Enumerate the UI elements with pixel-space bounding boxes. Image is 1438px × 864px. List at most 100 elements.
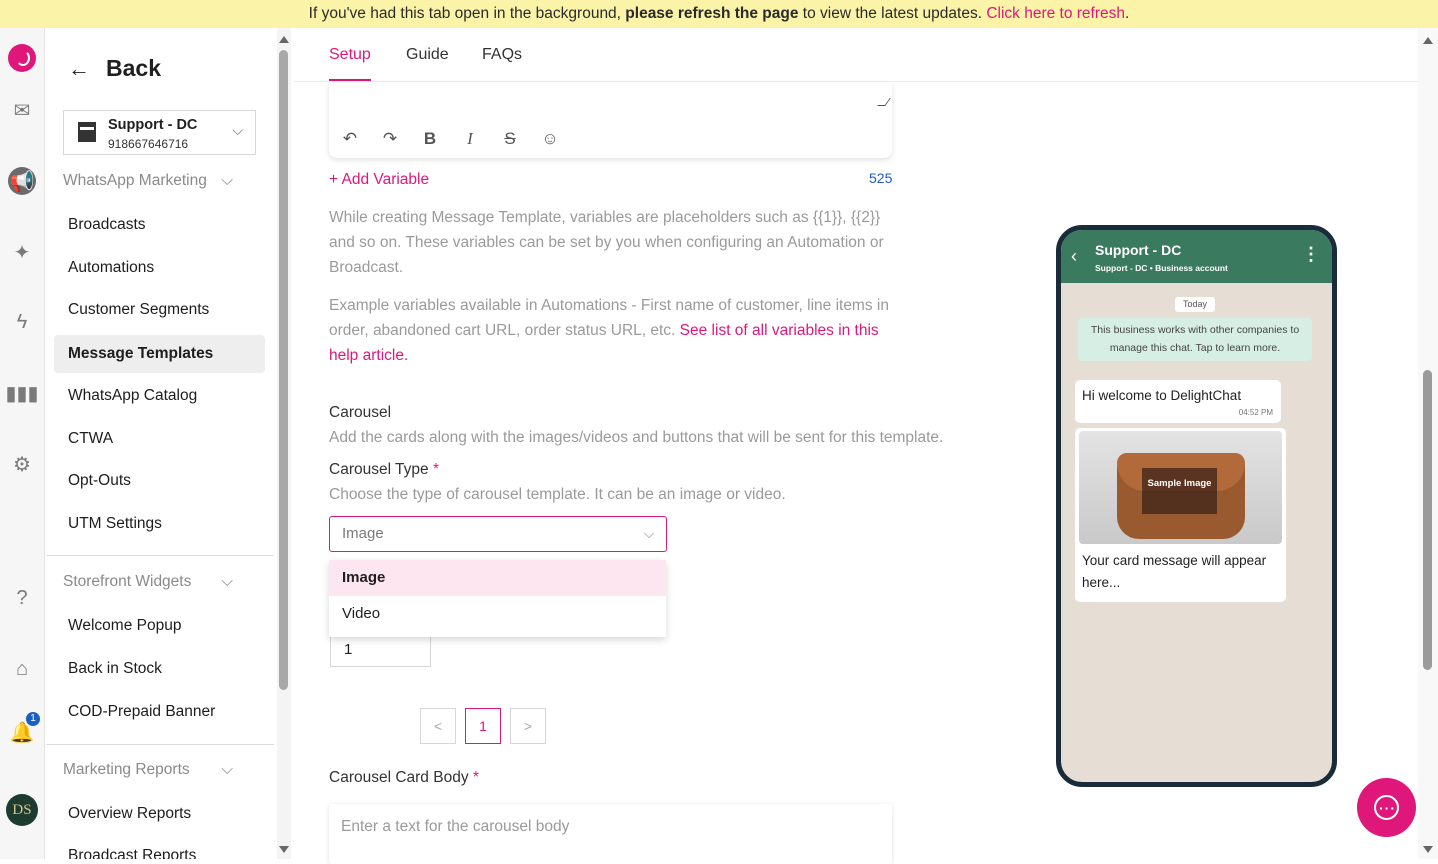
sidebar-item-back-in-stock[interactable]: Back in Stock xyxy=(54,650,265,688)
chevron-down-icon: ⌵ xyxy=(644,526,654,541)
megaphone-icon[interactable]: 📢 xyxy=(8,167,36,195)
sidebar-item-broadcasts[interactable]: Broadcasts xyxy=(54,206,265,244)
examples-help-text: Example variables available in Automatio… xyxy=(329,293,899,368)
carousel-type-dropdown: Image Video xyxy=(329,560,666,637)
carousel-type-help: Choose the type of carousel template. It… xyxy=(329,486,786,503)
prev-page-button[interactable]: < xyxy=(420,708,456,744)
required-mark: * xyxy=(472,769,479,786)
tab-bar: Setup Guide FAQs xyxy=(293,28,1418,82)
scroll-thumb[interactable] xyxy=(1423,370,1432,670)
section-title: WhatsApp Marketing xyxy=(63,172,207,189)
chat-support-button[interactable]: ··· xyxy=(1357,778,1416,837)
option-image[interactable]: Image xyxy=(329,560,666,596)
scroll-thumb[interactable] xyxy=(279,50,288,690)
message-text: Hi welcome to DelightChat xyxy=(1082,388,1242,403)
chevron-left-icon: ‹ xyxy=(1071,246,1077,266)
section-title: Storefront Widgets xyxy=(63,573,192,590)
section-storefront-widgets[interactable]: Storefront Widgets ⌵ xyxy=(63,573,243,591)
format-toolbar: ↶ ↷ B I S ☺ xyxy=(341,129,559,149)
tab-guide[interactable]: Guide xyxy=(406,46,449,64)
carousel-type-select[interactable]: Image ⌵ xyxy=(329,516,667,552)
body-placeholder: Enter a text for the carousel body xyxy=(341,818,570,835)
card-count-input[interactable]: 1 xyxy=(330,635,431,667)
more-vertical-icon: ⋮ xyxy=(1302,244,1320,264)
store-name: Support - DC xyxy=(108,117,198,133)
character-count: 525 xyxy=(869,170,893,186)
sidebar-item-customer-segments[interactable]: Customer Segments xyxy=(54,291,265,329)
app-logo-icon[interactable] xyxy=(8,44,36,72)
sparkles-icon[interactable]: ✦ xyxy=(8,238,36,266)
carousel-description: Add the cards along with the images/vide… xyxy=(329,429,944,446)
sidebar-item-automations[interactable]: Automations xyxy=(54,249,265,287)
sidebar-item-welcome-popup[interactable]: Welcome Popup xyxy=(54,607,265,645)
sidebar-item-ctwa[interactable]: CTWA xyxy=(54,420,265,458)
scroll-down-arrow[interactable] xyxy=(279,846,289,853)
sidebar-scrollbar[interactable] xyxy=(277,28,291,859)
required-mark: * xyxy=(432,461,440,478)
sample-image: Sample Image xyxy=(1079,431,1282,544)
whatsapp-preview: ‹ Support - DC Support - DC • Business a… xyxy=(1056,225,1337,787)
sidebar-item-opt-outs[interactable]: Opt-Outs xyxy=(54,462,265,500)
sidebar-item-whatsapp-catalog[interactable]: WhatsApp Catalog xyxy=(54,377,265,415)
chevron-down-icon: ⌵ xyxy=(221,573,233,590)
emoji-icon[interactable]: ☺ xyxy=(541,129,559,149)
refresh-link[interactable]: Click here to refresh xyxy=(986,5,1125,22)
banner-text-suffix: . xyxy=(1125,5,1130,22)
option-video[interactable]: Video xyxy=(329,596,666,632)
section-title: Marketing Reports xyxy=(63,761,190,778)
strikethrough-icon[interactable]: S xyxy=(501,129,519,149)
store-selector[interactable]: Support - DC 918667646716 ⌵ xyxy=(63,110,256,155)
carousel-title: Carousel xyxy=(329,404,392,421)
divider xyxy=(46,744,274,745)
home-icon[interactable]: ⌂ xyxy=(8,655,36,683)
redo-icon[interactable]: ↷ xyxy=(381,129,399,149)
dots-icon: ··· xyxy=(1379,800,1396,816)
bell-icon[interactable]: 🔔 1 xyxy=(8,712,40,746)
section-marketing-reports[interactable]: Marketing Reports ⌵ xyxy=(63,761,243,779)
sample-image-label: Sample Image xyxy=(1142,468,1217,514)
arrow-left-icon: ← xyxy=(68,55,90,81)
tab-faqs[interactable]: FAQs xyxy=(482,46,522,64)
message-time: 04:52 PM xyxy=(1238,408,1273,417)
sidebar-item-message-templates[interactable]: Message Templates xyxy=(54,335,265,373)
sidebar-item-overview-reports[interactable]: Overview Reports xyxy=(54,795,265,833)
scroll-up-arrow[interactable] xyxy=(1423,37,1433,44)
business-notice: This business works with other companies… xyxy=(1078,318,1312,361)
banner-text: If you've had this tab open in the backg… xyxy=(308,5,626,22)
chat-subtitle: Support - DC • Business account xyxy=(1095,263,1228,273)
tab-setup[interactable]: Setup xyxy=(329,46,371,81)
sidebar-item-cod-prepaid-banner[interactable]: COD-Prepaid Banner xyxy=(54,693,265,731)
message-editor[interactable]: ↶ ↷ B I S ☺ xyxy=(329,82,892,158)
scroll-up-arrow[interactable] xyxy=(279,36,289,43)
message-bubble: Hi welcome to DelightChat 04:52 PM xyxy=(1075,380,1281,423)
section-whatsapp-marketing[interactable]: WhatsApp Marketing ⌵ xyxy=(63,172,243,190)
sidebar-item-utm-settings[interactable]: UTM Settings xyxy=(54,505,265,543)
page-scrollbar[interactable] xyxy=(1418,28,1438,859)
bar-chart-icon[interactable]: ▮▮▮ xyxy=(5,379,38,407)
carousel-type-label: Carousel Type * xyxy=(329,461,439,479)
resize-handle[interactable] xyxy=(877,98,891,106)
sidebar-item-broadcast-reports[interactable]: Broadcast Reports xyxy=(54,837,265,859)
main-content: Setup Guide FAQs ↶ ↷ B I S ☺ + Add Varia… xyxy=(293,28,1418,864)
page-1-button[interactable]: 1 xyxy=(465,708,501,744)
card-message: Your card message will appear here... xyxy=(1082,553,1267,590)
add-variable-button[interactable]: + Add Variable xyxy=(329,171,429,189)
help-icon[interactable]: ? xyxy=(8,584,36,612)
italic-icon[interactable]: I xyxy=(461,129,479,149)
undo-icon[interactable]: ↶ xyxy=(341,129,359,149)
gear-icon[interactable]: ⚙ xyxy=(8,450,36,478)
banner-bold-text: please refresh the page xyxy=(625,5,799,22)
chevron-down-icon: ⌵ xyxy=(221,761,233,778)
mail-icon[interactable]: ✉ xyxy=(8,96,36,124)
back-button[interactable]: ← Back xyxy=(68,55,161,82)
carousel-card-preview: Sample Image Your card message will appe… xyxy=(1075,428,1286,602)
lightning-icon[interactable]: ϟ xyxy=(8,308,36,336)
bold-icon[interactable]: B xyxy=(421,129,439,149)
store-icon xyxy=(78,122,96,142)
carousel-body-input[interactable]: Enter a text for the carousel body xyxy=(329,804,892,864)
carousel-body-label: Carousel Card Body * xyxy=(329,769,479,787)
notification-badge: 1 xyxy=(26,712,40,726)
avatar[interactable]: DS xyxy=(6,794,38,826)
next-page-button[interactable]: > xyxy=(510,708,546,744)
scroll-down-arrow[interactable] xyxy=(1423,846,1433,853)
